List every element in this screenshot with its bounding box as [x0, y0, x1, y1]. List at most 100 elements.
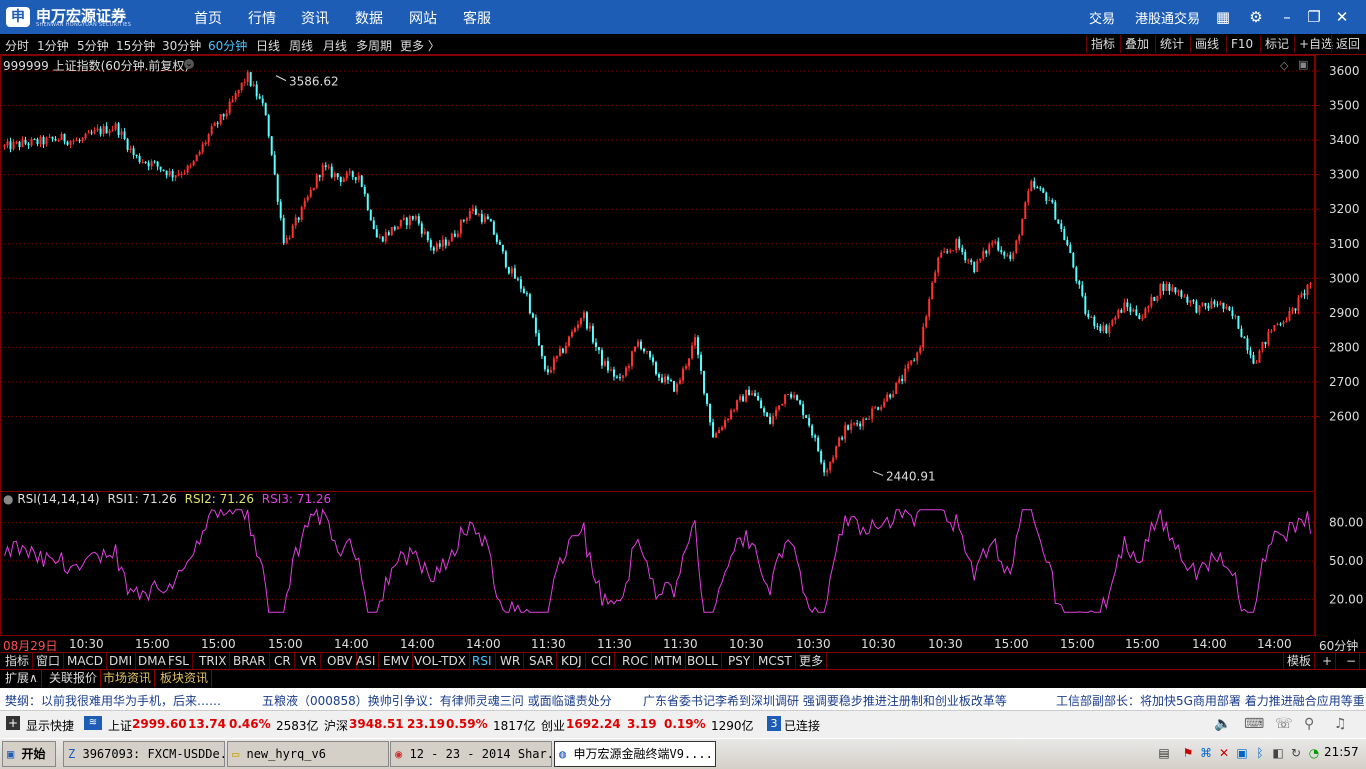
- taskbar-browser[interactable]: ◉ 12 - 23 - 2014 Shar...: [390, 741, 552, 767]
- indicator-tab-rsi[interactable]: RSI: [469, 653, 496, 669]
- support-icon[interactable]: ☏: [1275, 716, 1293, 732]
- minimize-icon[interactable]: –: [1277, 7, 1297, 27]
- news-item-3[interactable]: 广东省委书记李希到深圳调研 强调要稳步推进注册制和创业板改革等: [643, 692, 1007, 709]
- tray-update-icon[interactable]: ◔: [1306, 745, 1322, 761]
- indicator-tab-emv[interactable]: EMV: [380, 653, 414, 669]
- tray-calc-icon[interactable]: ▤: [1156, 745, 1172, 761]
- quick-toggle-label[interactable]: 显示快捷: [26, 717, 74, 734]
- taskbar-fxcm[interactable]: Z 3967093: FXCM-USDDe...: [63, 741, 225, 767]
- indicator-tab-vr[interactable]: VR: [297, 653, 321, 669]
- candle-body: [937, 257, 940, 273]
- bell-icon[interactable]: ♫: [1334, 716, 1347, 732]
- period-tab-30min[interactable]: 30分钟: [162, 37, 201, 54]
- menu-service[interactable]: 客服: [463, 8, 491, 28]
- indicator-tab-mtm[interactable]: MTM: [651, 653, 687, 669]
- ext-sector-news[interactable]: 板块资讯: [157, 670, 213, 687]
- menu-home[interactable]: 首页: [194, 8, 222, 28]
- indicator-tab-trix[interactable]: TRIX: [196, 653, 231, 669]
- ext-toggle[interactable]: 扩展∧: [2, 670, 42, 687]
- period-tab-timeshare[interactable]: 分时: [5, 37, 29, 54]
- indicator-tab-vol-tdx[interactable]: VOL-TDX: [411, 653, 470, 669]
- indicator-tab--[interactable]: 窗口: [33, 653, 65, 669]
- candle-body: [510, 268, 513, 274]
- template-button[interactable]: 模板: [1283, 653, 1316, 669]
- candle-body: [444, 239, 447, 246]
- period-tab-daily[interactable]: 日线: [256, 37, 280, 54]
- quick-toggle-icon[interactable]: +: [6, 716, 20, 730]
- indicator-tab-macd[interactable]: MACD: [64, 653, 107, 669]
- tool-f10[interactable]: F10: [1226, 35, 1257, 53]
- news-item-2[interactable]: 五粮液（000858）换帅引争议：有律师灵魂三问 或面临谴责处分: [262, 692, 612, 709]
- tray-network-icon[interactable]: ⌘: [1198, 745, 1214, 761]
- indicator-tab-brar[interactable]: BRAR: [230, 653, 270, 669]
- taskbar-terminal[interactable]: ◍ 申万宏源金融终端V9....: [554, 741, 716, 767]
- speaker-icon[interactable]: 🔈: [1214, 716, 1231, 732]
- tray-bluetooth-icon[interactable]: ᛒ: [1252, 745, 1268, 761]
- candle-body: [270, 136, 273, 155]
- indicator-tab-roc[interactable]: ROC: [619, 653, 653, 669]
- menu-news[interactable]: 资讯: [301, 8, 329, 28]
- taskbar-folder[interactable]: ▭ new_hyrq_v6: [227, 741, 389, 767]
- ext-market-news[interactable]: 市场资讯: [100, 670, 156, 687]
- candle-body: [1267, 331, 1270, 345]
- add-window-button[interactable]: +: [1319, 653, 1337, 669]
- period-tab-60min[interactable]: 60分钟: [208, 37, 247, 54]
- tool-indicator[interactable]: 指标: [1086, 35, 1119, 53]
- ext-related-quotes[interactable]: 关联报价: [46, 670, 102, 687]
- candle-body: [150, 161, 153, 167]
- start-button[interactable]: ▣ 开始: [2, 741, 56, 767]
- period-tab-more[interactable]: 更多 〉: [400, 37, 440, 54]
- indicator-tab-sar[interactable]: SAR: [526, 653, 558, 669]
- rsi-collapse-icon[interactable]: ●: [3, 492, 13, 506]
- restore-icon[interactable]: ❐: [1304, 7, 1324, 27]
- tool-overlay[interactable]: 叠加: [1120, 35, 1153, 53]
- search-icon[interactable]: ⚲: [1304, 716, 1314, 732]
- period-tab-weekly[interactable]: 周线: [289, 37, 313, 54]
- tool-stats[interactable]: 统计: [1155, 35, 1188, 53]
- diamond-icon[interactable]: ◇: [1280, 59, 1288, 72]
- tool-back[interactable]: 返回: [1331, 35, 1364, 53]
- indicator-tab-dmi[interactable]: DMI: [106, 653, 137, 669]
- menu-sites[interactable]: 网站: [409, 8, 437, 28]
- layout-grid-icon[interactable]: ▦: [1213, 7, 1233, 27]
- indicator-tab-psy[interactable]: PSY: [725, 653, 755, 669]
- period-tab-monthly[interactable]: 月线: [323, 37, 347, 54]
- period-tab-1min[interactable]: 1分钟: [37, 37, 69, 54]
- indicator-tab-kdj[interactable]: KDJ: [558, 653, 586, 669]
- tray-app-icon[interactable]: ◧: [1270, 745, 1286, 761]
- price-chart[interactable]: 3600 3500 3400 3300 3200 3100 3000 2900 2800 2700…: [0, 55, 1366, 637]
- news-item-1[interactable]: 樊纲：以前我很难用华为手机，后来……: [5, 692, 221, 709]
- period-tab-5min[interactable]: 5分钟: [77, 37, 109, 54]
- remove-window-button[interactable]: −: [1343, 653, 1361, 669]
- indicator-tab-fsl[interactable]: FSL: [165, 653, 193, 669]
- tool-mark[interactable]: 标记: [1260, 35, 1293, 53]
- tool-draw[interactable]: 画线: [1190, 35, 1223, 53]
- hk-connect-link[interactable]: 港股通交易: [1135, 8, 1200, 27]
- indicator-tab-boll[interactable]: BOLL: [684, 653, 722, 669]
- indicator-tab-asi[interactable]: ASI: [353, 653, 380, 669]
- tray-mute-icon[interactable]: ✕: [1216, 745, 1232, 761]
- indicator-tab-wr[interactable]: WR: [497, 653, 525, 669]
- price-tick-label: 2700: [1329, 375, 1360, 389]
- tray-sync-icon[interactable]: ↻: [1288, 745, 1304, 761]
- news-item-4[interactable]: 工信部副部长：将加快5G商用部署 着力推进融合应用等重: [1056, 692, 1364, 709]
- indicator-tab--[interactable]: 指标: [2, 653, 34, 669]
- close-icon[interactable]: ✕: [1332, 7, 1352, 27]
- settings-gear-icon[interactable]: ⚙: [1246, 7, 1266, 27]
- candle-body: [1138, 315, 1141, 319]
- indicator-tab--[interactable]: 更多: [796, 653, 828, 669]
- indicator-tab-cr[interactable]: CR: [271, 653, 295, 669]
- menu-data[interactable]: 数据: [355, 8, 383, 28]
- period-tab-multi[interactable]: 多周期: [356, 37, 392, 54]
- keyboard-icon[interactable]: ⌨: [1244, 716, 1264, 732]
- panel-toggle-icon[interactable]: ▣: [1298, 58, 1308, 71]
- indicator-tab-mcst[interactable]: MCST: [755, 653, 796, 669]
- symbol-dropdown-icon[interactable]: ⌄: [184, 59, 194, 69]
- tray-flag-icon[interactable]: ⚑: [1180, 745, 1196, 761]
- tray-monitor-icon[interactable]: ▣: [1234, 745, 1250, 761]
- period-tab-15min[interactable]: 15分钟: [116, 37, 155, 54]
- indicator-tab-cci[interactable]: CCI: [588, 653, 616, 669]
- indicator-tab-obv[interactable]: OBV: [324, 653, 357, 669]
- menu-quotes[interactable]: 行情: [248, 8, 276, 28]
- trade-link[interactable]: 交易: [1089, 8, 1115, 27]
